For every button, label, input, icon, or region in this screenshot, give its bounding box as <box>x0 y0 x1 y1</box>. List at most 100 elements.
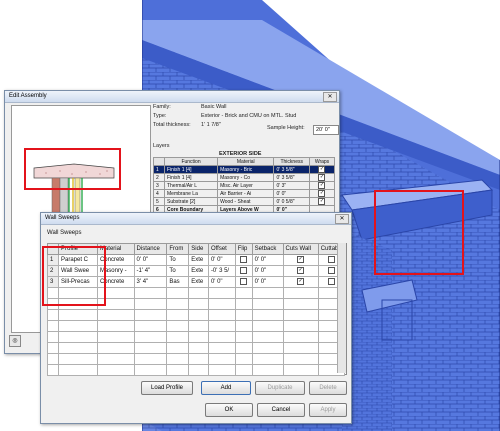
checkbox[interactable] <box>240 267 248 275</box>
sweep-cell-offset[interactable]: 0' 0" <box>207 254 236 266</box>
layer-cell-wraps[interactable] <box>308 181 336 190</box>
empty-cell <box>47 320 59 332</box>
empty-cell <box>282 331 319 343</box>
family-label: Family: <box>153 104 171 110</box>
sweep-cell-cuts-wall[interactable] <box>282 265 319 277</box>
sweep-cell-cuts-wall[interactable] <box>282 276 319 288</box>
checkbox[interactable] <box>327 267 335 275</box>
layer-cell-thickness[interactable]: 0' 0 5/8" <box>273 197 310 206</box>
view-icon[interactable]: ◎ <box>9 335 21 347</box>
column-header[interactable]: Offset <box>207 243 236 255</box>
table-scrollbar[interactable] <box>337 243 346 373</box>
sweep-cell-cuts-wall[interactable] <box>282 254 319 266</box>
checked-checkbox[interactable] <box>318 198 326 205</box>
add-button[interactable]: Add <box>201 381 251 395</box>
sweep-cell-flip[interactable] <box>234 276 253 288</box>
cancel-button[interactable]: Cancel <box>257 403 305 417</box>
layer-cell-wraps[interactable] <box>308 173 336 182</box>
sweep-cell-side[interactable]: Exte <box>188 276 209 288</box>
delete-button[interactable]: Delete <box>309 381 347 395</box>
checked-checkbox[interactable] <box>318 174 326 181</box>
layer-cell-material[interactable]: Wood - Sheat <box>217 197 275 206</box>
layer-row[interactable]: 3 Thermal/Air L Misc. Air Layer 0' 3" <box>153 181 336 190</box>
empty-cell <box>133 364 168 376</box>
checkbox[interactable] <box>240 278 248 286</box>
close-icon[interactable]: ✕ <box>335 214 349 224</box>
sweep-cell-flip[interactable] <box>234 265 253 277</box>
empty-cell <box>47 309 59 321</box>
sweep-cell-side[interactable]: Exte <box>188 254 209 266</box>
column-header[interactable]: Wraps <box>308 157 336 166</box>
layer-cell-thickness[interactable]: 0' 3" <box>273 181 310 190</box>
layer-cell-thickness[interactable]: 0' 3 5/8" <box>273 165 310 174</box>
sample-height-input[interactable]: 20' 0" <box>313 125 339 135</box>
checked-checkbox[interactable] <box>297 256 305 264</box>
layer-cell-material[interactable]: Masonry - Bric <box>217 165 275 174</box>
layer-cell-wraps[interactable] <box>308 197 336 206</box>
sweep-cell-side[interactable]: Exte <box>188 265 209 277</box>
empty-cell <box>282 309 319 321</box>
sweep-cell-offset[interactable]: 0' 0" <box>207 276 236 288</box>
empty-cell <box>166 342 190 354</box>
apply-button[interactable]: Apply <box>309 403 347 417</box>
sweep-cell-flip[interactable] <box>234 254 253 266</box>
sweep-cell-setback[interactable]: 0' 0" <box>251 265 284 277</box>
checkbox[interactable] <box>240 256 248 264</box>
duplicate-button[interactable]: Duplicate <box>255 381 305 395</box>
layer-cell-function[interactable]: Membrane La <box>163 189 219 198</box>
layers-table[interactable]: Function Material Thickness Wraps 1 Finis… <box>153 157 336 214</box>
checkbox[interactable] <box>327 256 335 264</box>
checked-checkbox[interactable] <box>297 278 305 286</box>
load-profile-button[interactable]: Load Profile <box>141 381 193 395</box>
column-header[interactable]: Cuts Wall <box>282 243 319 255</box>
checkbox[interactable] <box>327 278 335 286</box>
empty-cell <box>58 364 98 376</box>
layer-cell-thickness[interactable]: 0' 0" <box>273 189 310 198</box>
layer-cell-material[interactable]: Masonry - Co <box>217 173 275 182</box>
layer-row[interactable]: 2 Finish 1 [4] Masonry - Co 0' 3 5/8" <box>153 173 336 182</box>
sweep-cell-distance[interactable]: -1' 4" <box>133 265 168 277</box>
layer-cell-index: 2 <box>153 173 165 182</box>
type-value: Exterior - Brick and CMU on MTL. Stud <box>201 113 297 119</box>
checked-checkbox[interactable] <box>318 190 326 197</box>
sweep-cell-from[interactable]: To <box>166 254 190 266</box>
layer-cell-thickness[interactable]: 0' 3 5/8" <box>273 173 310 182</box>
layer-cell-wraps[interactable] <box>308 165 336 174</box>
checked-checkbox[interactable] <box>318 166 326 173</box>
column-header[interactable]: Flip <box>234 243 253 255</box>
ok-button[interactable]: OK <box>205 403 253 417</box>
layer-cell-function[interactable]: Substrate [2] <box>163 197 219 206</box>
layer-row[interactable]: 1 Finish 1 [4] Masonry - Bric 0' 3 5/8" <box>153 165 336 174</box>
sweep-cell-distance[interactable]: 0' 0" <box>133 254 168 266</box>
column-header[interactable]: Thickness <box>273 157 310 166</box>
sweep-cell-offset[interactable]: -0' 3 5/ <box>207 265 236 277</box>
sweep-cell-setback[interactable]: 0' 0" <box>251 254 284 266</box>
sweep-cell-distance[interactable]: 3' 4" <box>133 276 168 288</box>
checked-checkbox[interactable] <box>318 182 326 189</box>
layer-cell-function[interactable]: Finish 1 [4] <box>163 165 219 174</box>
sweep-cell-from[interactable]: To <box>166 265 190 277</box>
column-header[interactable]: From <box>166 243 190 255</box>
layer-row[interactable]: 4 Membrane La Air Barrier - Ai 0' 0" <box>153 189 336 198</box>
column-header[interactable]: Distance <box>133 243 168 255</box>
empty-cell <box>282 320 319 332</box>
layer-cell-function[interactable]: Finish 1 [4] <box>163 173 219 182</box>
sweep-cell-setback[interactable]: 0' 0" <box>251 276 284 288</box>
close-icon[interactable]: ✕ <box>323 92 337 102</box>
column-header[interactable]: Material <box>217 157 275 166</box>
empty-cell <box>58 342 98 354</box>
checked-checkbox[interactable] <box>297 267 305 275</box>
layer-cell-function[interactable]: Thermal/Air L <box>163 181 219 190</box>
empty-cell <box>166 331 190 343</box>
layer-cell-index: 3 <box>153 181 165 190</box>
layer-row[interactable]: 5 Substrate [2] Wood - Sheat 0' 0 5/8" <box>153 197 336 206</box>
empty-cell <box>188 342 209 354</box>
layer-cell-material[interactable]: Air Barrier - Ai <box>217 189 275 198</box>
column-header[interactable]: Function <box>163 157 219 166</box>
column-header[interactable]: Setback <box>251 243 284 255</box>
column-header[interactable]: Side <box>188 243 209 255</box>
layer-cell-material[interactable]: Misc. Air Layer <box>217 181 275 190</box>
layer-cell-wraps[interactable] <box>308 189 336 198</box>
empty-cell <box>251 320 284 332</box>
sweep-cell-from[interactable]: Bas <box>166 276 190 288</box>
